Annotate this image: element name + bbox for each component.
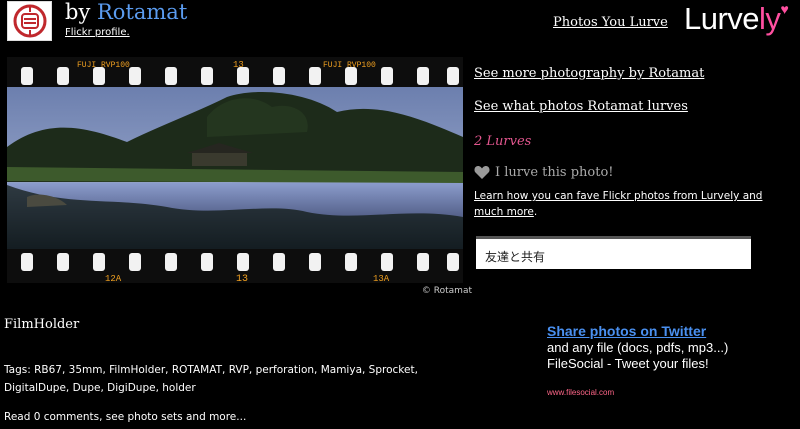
learn-suffix: . <box>533 206 538 218</box>
film-mark-center-bottom: 13 <box>236 274 248 283</box>
ad-body: and any file (docs, pdfs, mp3...) FileSo… <box>547 340 729 371</box>
film-mark-center-top: 13 <box>233 60 244 70</box>
avatar[interactable] <box>7 1 52 41</box>
film-mark-right-top: FUJI RVP100 <box>323 61 376 70</box>
lurve-button-label: I lurve this photo! <box>495 165 614 180</box>
logo-main: Lurve <box>684 1 760 36</box>
flickr-profile-suffix: . <box>126 27 130 38</box>
ad-url-link[interactable]: www.filesocial.com <box>547 388 614 397</box>
lurve-count: 2 Lurves <box>474 134 532 149</box>
learn-fave-link[interactable]: Learn how you can fave Flickr photos fro… <box>474 190 762 218</box>
owner-avatar-icon <box>13 4 46 38</box>
photo-tags: Tags: RB67, 35mm, FilmHolder, ROTAMAT, R… <box>4 364 418 394</box>
share-label: 友達と共有 <box>485 250 546 264</box>
learn-more-row: Learn how you can fave Flickr photos fro… <box>474 188 782 220</box>
ad-title-link[interactable]: Share photos on Twitter <box>547 323 706 339</box>
film-mark-left-top: FUJI RVP100 <box>77 61 130 70</box>
flickr-profile-row: Flickr profile. <box>65 27 130 38</box>
see-lurves-link[interactable]: See what photos Rotamat lurves <box>474 99 688 114</box>
owner-name-link[interactable]: Rotamat <box>97 0 187 24</box>
read-comments-link[interactable]: Read 0 comments, see photo sets and more… <box>4 411 246 423</box>
photo-title: FilmHolder <box>4 317 80 332</box>
photo-credit: © Rotamat <box>421 286 472 296</box>
film-strip-photo: FUJI RVP100 13 FUJI RVP100 12A 13 13A <box>7 57 463 283</box>
see-more-photography-link[interactable]: See more photography by Rotamat <box>474 66 704 81</box>
logo-heart-icon: ♥ <box>780 1 789 17</box>
page-title: by Rotamat <box>65 0 187 24</box>
film-mark-left-bottom: 12A <box>105 274 122 283</box>
share-with-friends-box[interactable]: 友達と共有 <box>476 236 751 269</box>
lurvely-logo[interactable]: Lurvely♥ <box>684 1 789 37</box>
by-prefix: by <box>65 0 97 24</box>
photos-you-lurve-link[interactable]: Photos You Lurve <box>553 15 668 30</box>
flickr-profile-link[interactable]: Flickr profile <box>65 27 126 38</box>
lurve-this-photo-button[interactable]: I lurve this photo! <box>474 165 614 180</box>
main-photo[interactable]: FUJI RVP100 13 FUJI RVP100 12A 13 13A <box>7 57 463 283</box>
heart-icon <box>474 166 490 179</box>
logo-accent: ly <box>759 1 781 36</box>
film-mark-right-bottom: 13A <box>373 274 390 283</box>
